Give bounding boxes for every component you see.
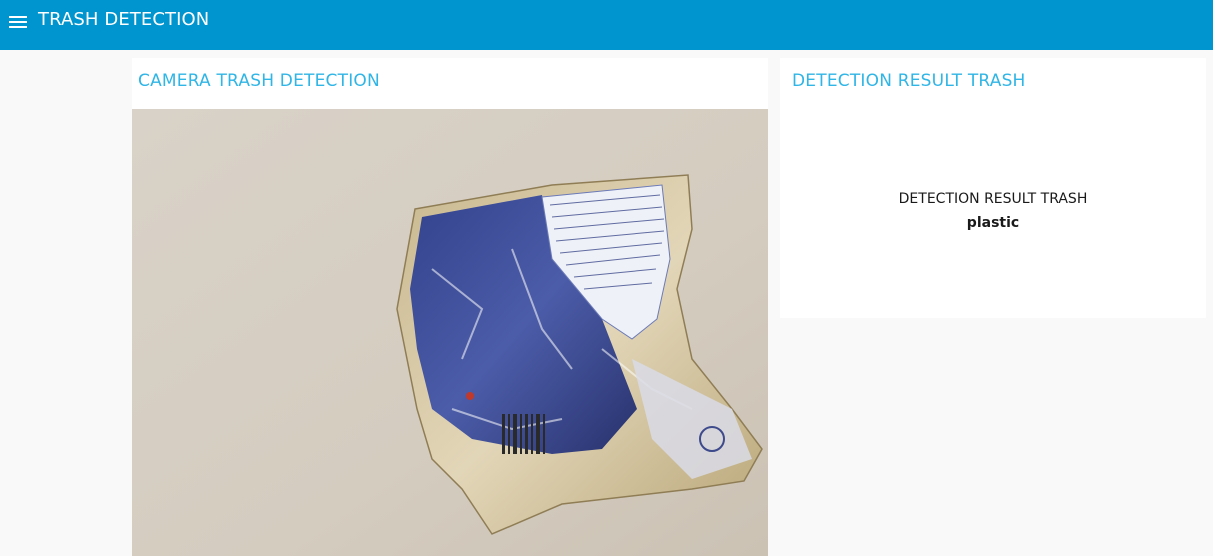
result-value: plastic [966,215,1020,231]
camera-feed-image [132,109,768,556]
result-card-title: DETECTION RESULT TRASH [792,71,1026,91]
result-label: DETECTION RESULT TRASH [898,191,1088,207]
hamburger-menu-icon[interactable] [8,11,28,31]
camera-card-title: CAMERA TRASH DETECTION [138,71,380,91]
detection-result-display: DETECTION RESULT TRASH plastic [780,189,1206,233]
app-title: TRASH DETECTION [38,9,210,30]
detection-result-card: DETECTION RESULT TRASH DETECTION RESULT … [780,58,1206,318]
top-app-bar: TRASH DETECTION [0,0,1213,50]
camera-card: CAMERA TRASH DETECTION [132,58,768,556]
